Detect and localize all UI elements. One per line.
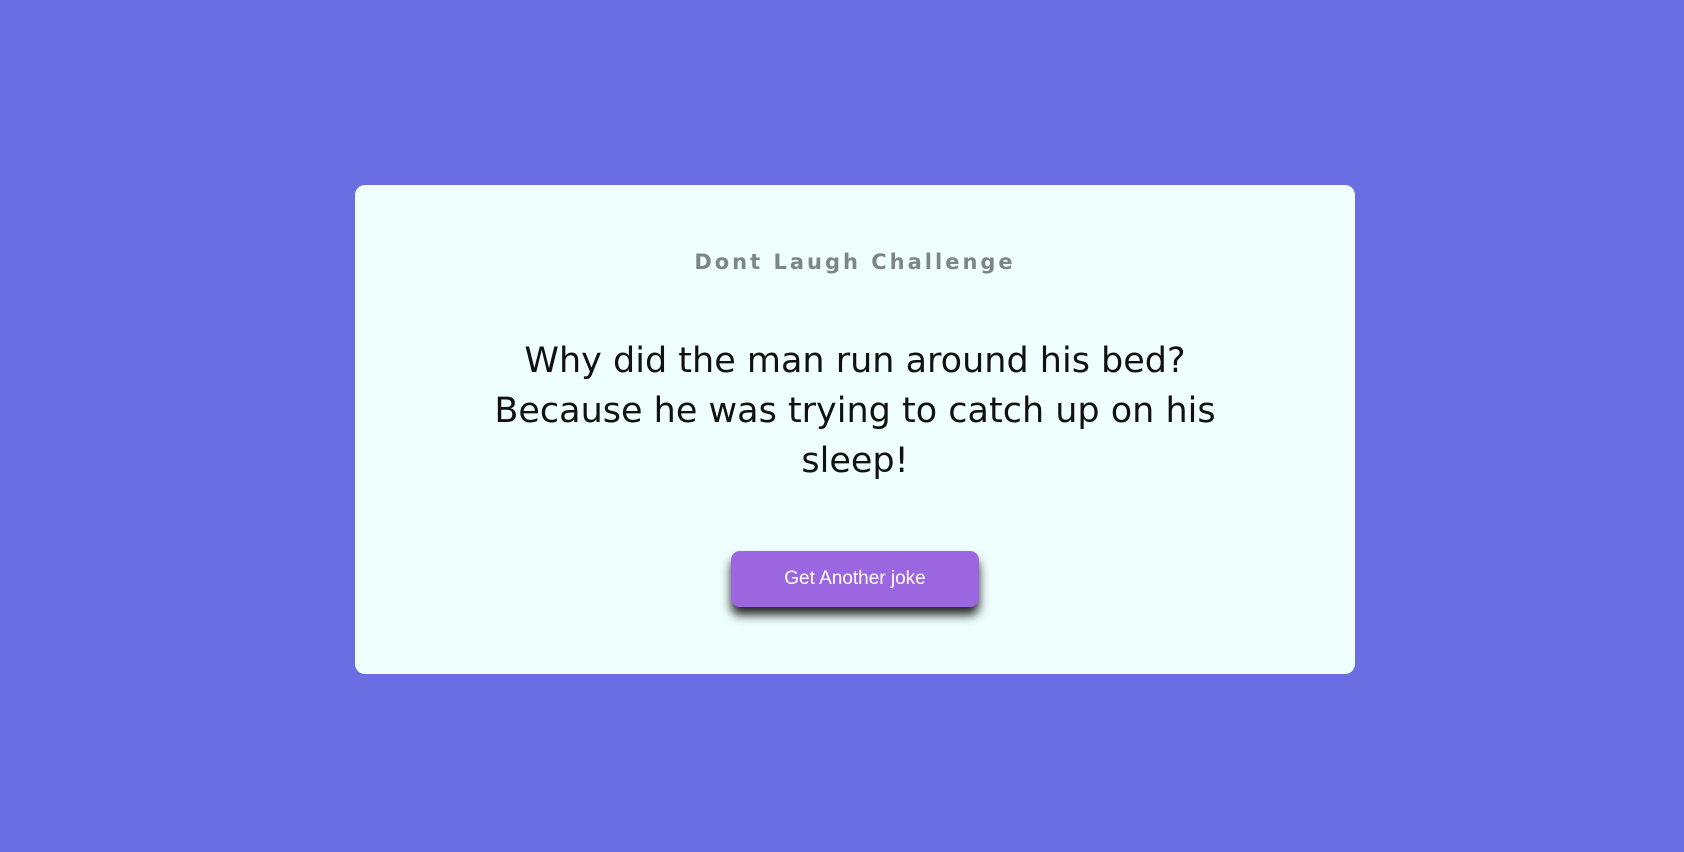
- get-another-joke-button[interactable]: Get Another joke: [731, 551, 979, 607]
- joke-text: Why did the man run around his bed? Beca…: [494, 341, 1216, 481]
- joke-card: Dont Laugh Challenge Why did the man run…: [355, 185, 1355, 674]
- app-title: Dont Laugh Challenge: [694, 250, 1016, 274]
